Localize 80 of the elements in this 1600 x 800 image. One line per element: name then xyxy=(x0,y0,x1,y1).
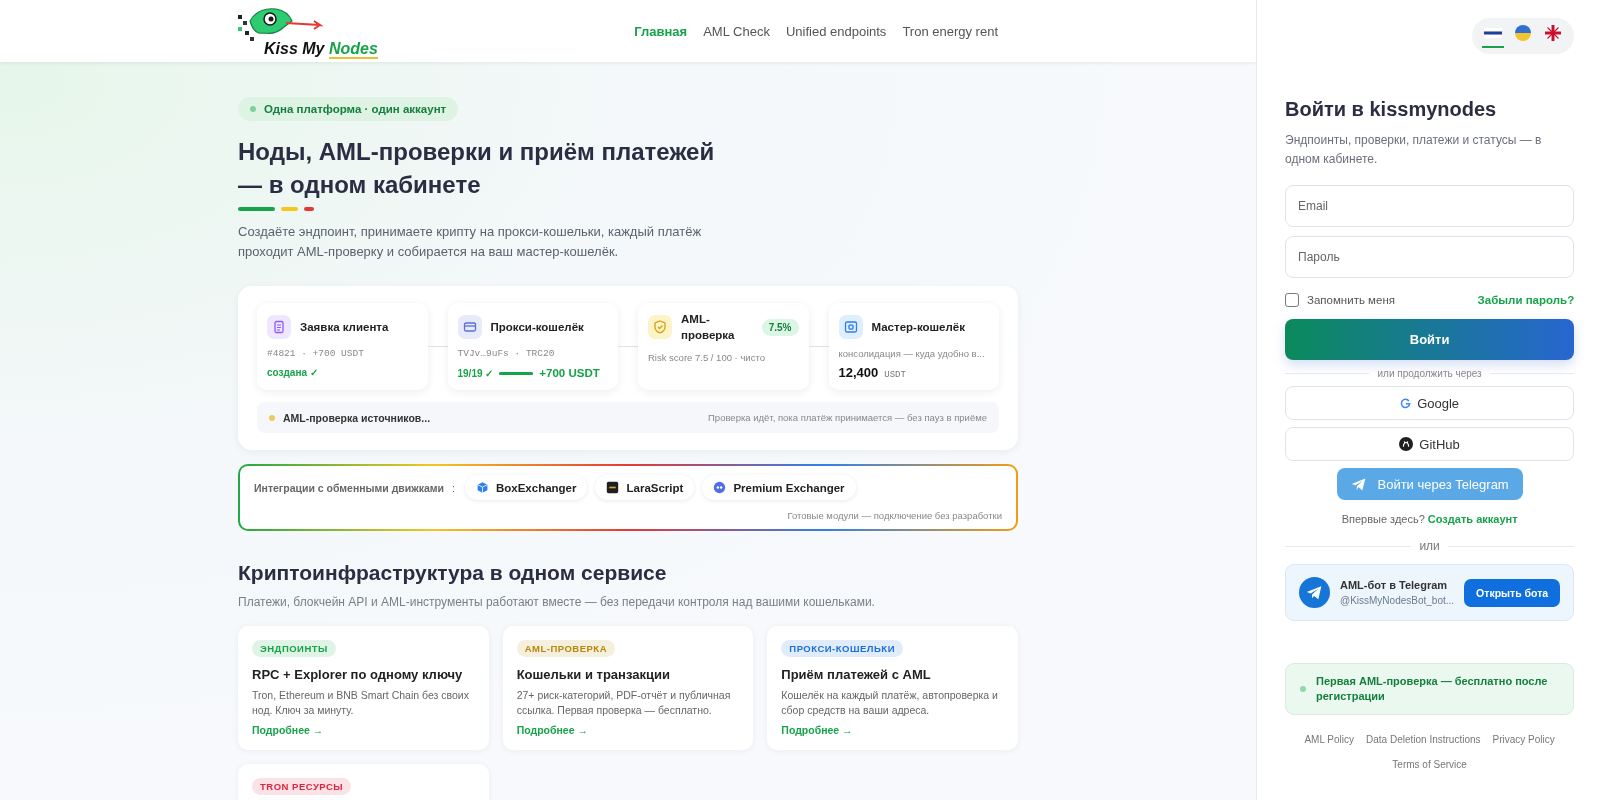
more-link[interactable]: Подробнее → xyxy=(781,724,853,736)
login-subtitle: Эндпоинты, проверки, платежи и статусы — в одном кабинете. xyxy=(1285,132,1543,168)
oauth-button[interactable]: Google xyxy=(1285,386,1575,420)
section-subtitle: Платежи, блокчейн API и AML-инструменты работают вместе — без передачи контроля над вашими кошельками. xyxy=(238,595,876,609)
step-title: AML-проверка xyxy=(681,312,736,343)
logo-wordmark[interactable]: Kiss My Nodes xyxy=(264,40,378,58)
hero-badge: Одна платформа · один аккаунт xyxy=(238,97,459,121)
hero-description: Создаёте эндпоинт, принимаете крипту на прокси-кошельки, каждый платёж проходит AML-проверку и собирается на ваш мастер-кошелёк. xyxy=(238,223,703,261)
section-title: Криптоинфраструктура в одном сервисе xyxy=(238,561,668,585)
category-tag: ПРОКСИ-КОШЕЛЬКИ xyxy=(781,640,903,657)
google-icon xyxy=(1400,397,1412,409)
step-meta: TVJv…9uFs · TRC20 xyxy=(457,348,556,359)
integrations-label: Интеграции с обменными движками xyxy=(254,481,445,494)
remember-label: Запомнить меня xyxy=(1307,294,1395,306)
two-band-flag-icon xyxy=(1514,24,1533,42)
open-bot-button[interactable]: Открыть бота xyxy=(1464,578,1561,607)
status-dot xyxy=(269,414,275,421)
card-title: RPC + Explorer по одному ключу xyxy=(252,667,463,682)
card-description: Кошелёк на каждый платёж, автопроверка и сбор средств на ваши адреса. xyxy=(781,688,999,718)
shield-icon xyxy=(648,315,672,339)
step-title: Прокси-кошелёк xyxy=(490,320,584,335)
remember-checkbox[interactable] xyxy=(1285,293,1299,307)
separator: : xyxy=(452,481,455,494)
card-title: Кошельки и транзакции xyxy=(516,667,670,682)
dots-logo-icon xyxy=(713,481,727,494)
more-link[interactable]: Подробнее → xyxy=(516,724,588,736)
signup-prompt: Впервые здесь? xyxy=(1341,513,1425,525)
nav-link[interactable]: Главная xyxy=(634,23,688,39)
nav-link[interactable]: Unified endpoints xyxy=(785,23,887,39)
login-title: Войти в kissmynodes xyxy=(1285,98,1498,121)
step-meta: консолидация — куда удобно в... xyxy=(838,348,986,359)
oauth-button[interactable]: GitHub xyxy=(1285,427,1575,461)
category-tag: TRON РЕСУРСЫ xyxy=(252,778,352,795)
integration-chip[interactable]: LaraScript xyxy=(595,475,695,500)
bot-title: AML-бот в Telegram xyxy=(1340,579,1449,591)
card-description: Tron, Ethereum и BNB Smart Chain без своих нод. Ключ за минуту. xyxy=(252,688,470,718)
github-icon xyxy=(1399,437,1414,451)
card-description: 27+ риск-категорий, PDF-отчёт и публичная ссылка. Первая проверка — бесплатно. xyxy=(516,688,732,718)
step-title: Мастер-кошелёк xyxy=(871,320,965,335)
footer-link[interactable]: AML Policy xyxy=(1304,730,1355,750)
nav-link[interactable]: Tron energy rent xyxy=(902,23,998,39)
risk-badge: 7.5% xyxy=(761,318,799,336)
step-status: создана ✓ xyxy=(267,367,319,378)
divider-label: или продолжить через xyxy=(1377,368,1482,379)
card-title: Приём платежей с AML xyxy=(781,667,931,682)
footer-link[interactable]: Data Deletion Instructions xyxy=(1366,730,1481,750)
balance: 12,400 xyxy=(838,365,879,380)
category-tag: AML-ПРОВЕРКА xyxy=(516,640,616,657)
integrations-note: Готовые модули — подключение без разработки xyxy=(786,510,1002,521)
login-button[interactable]: Войти xyxy=(1285,319,1575,360)
integration-chip[interactable]: BoxExchanger xyxy=(464,475,588,500)
nav-link[interactable]: AML Check xyxy=(703,23,770,39)
card-icon xyxy=(457,315,482,339)
password-field[interactable]: Пароль xyxy=(1285,236,1575,278)
status-label: AML-проверка источников... xyxy=(283,411,431,424)
document-icon xyxy=(267,315,291,339)
amount: +700 USDT xyxy=(539,367,600,379)
bot-handle: @KissMyNodesBot_bot... xyxy=(1340,595,1455,606)
cube-icon xyxy=(475,481,489,494)
step-title: Заявка клиента xyxy=(300,320,389,335)
signup-link[interactable]: Создать аккаунт xyxy=(1427,513,1518,525)
integration-chip[interactable]: Premium Exchanger xyxy=(702,475,856,500)
divider-label: или xyxy=(1419,539,1440,553)
currency: USDT xyxy=(884,370,906,380)
more-link[interactable]: Подробнее → xyxy=(252,724,324,736)
square-logo-icon xyxy=(606,481,620,494)
category-tag: ЭНДПОИНТЫ xyxy=(252,640,336,657)
footer-link[interactable]: Privacy Policy xyxy=(1492,730,1555,750)
hero-title: Ноды, AML-проверки и приём платежей — в одном кабинете xyxy=(238,137,716,200)
telegram-icon xyxy=(1299,577,1330,608)
risk-score: Risk score 7.5 / 100 · чисто xyxy=(648,352,766,363)
step-meta: #4821 · +700 USDT xyxy=(267,348,365,359)
forgot-password-link[interactable]: Забыли пароль? xyxy=(1477,294,1575,306)
footer-link[interactable]: Terms of Service xyxy=(1392,755,1467,775)
safe-icon xyxy=(838,315,863,339)
status-note: Проверка идёт, пока платёж принимается — без пауз в приёме xyxy=(708,412,987,423)
telegram-login-button[interactable]: Войти через Telegram xyxy=(1336,468,1523,500)
email-field[interactable]: Email xyxy=(1285,185,1575,227)
confirmations-count: 19/19 ✓ xyxy=(457,367,494,379)
promo-notice: Первая AML-проверка — бесплатно после регистрации xyxy=(1285,663,1575,715)
